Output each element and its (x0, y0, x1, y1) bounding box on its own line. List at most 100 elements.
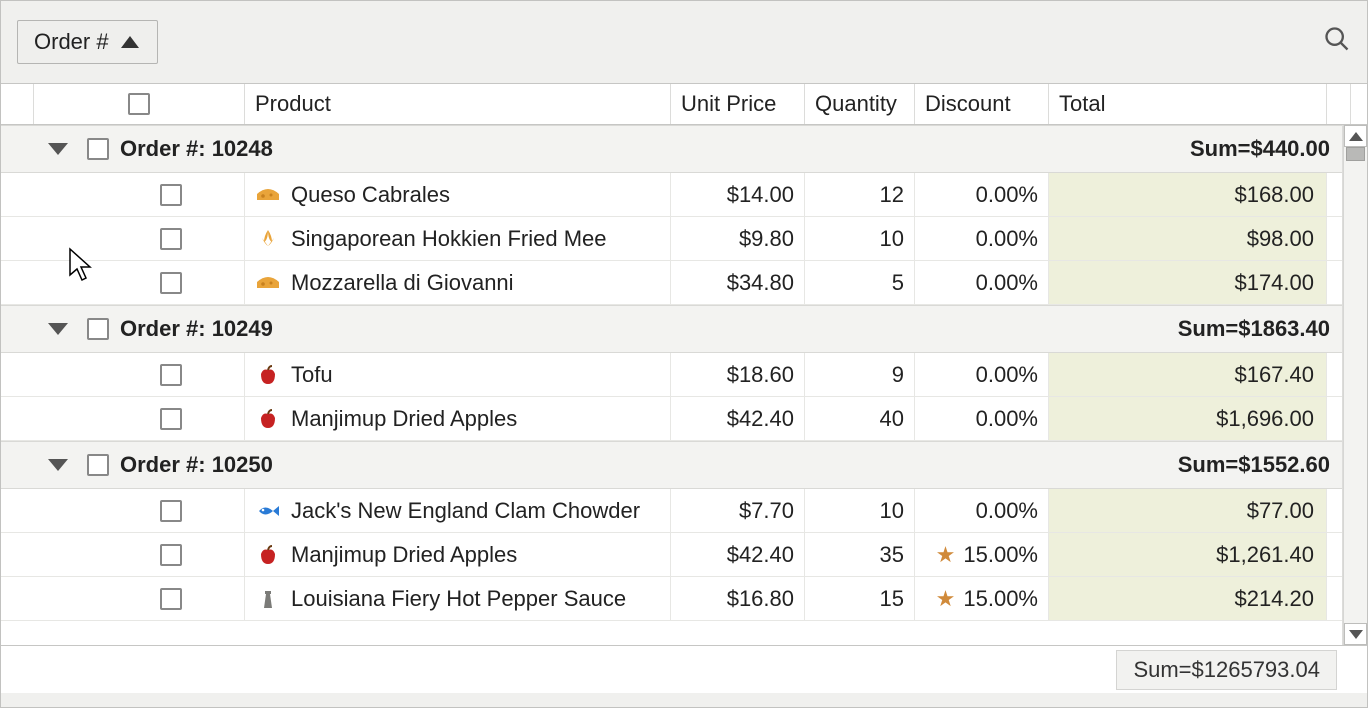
table-row[interactable]: Singaporean Hokkien Fried Mee$9.80100.00… (1, 217, 1342, 261)
header-total[interactable]: Total (1049, 84, 1327, 124)
cell-total: $1,696.00 (1049, 397, 1327, 440)
discount-value: 15.00% (963, 542, 1038, 568)
grid-body: Order #: 10248Sum=$440.00Queso Cabrales$… (1, 125, 1367, 645)
apple-icon (255, 408, 281, 430)
grain-icon (255, 228, 281, 250)
checkbox-icon (87, 454, 109, 476)
table-row[interactable]: Louisiana Fiery Hot Pepper Sauce$16.8015… (1, 577, 1342, 621)
header-select-all[interactable] (34, 84, 245, 124)
cell-product: Jack's New England Clam Chowder (245, 489, 671, 532)
checkbox-icon (160, 544, 182, 566)
cell-discount: 0.00% (915, 353, 1049, 396)
group-chip-order[interactable]: Order # (17, 20, 158, 64)
cell-quantity: 10 (805, 489, 915, 532)
cell-product: Manjimup Dried Apples (245, 397, 671, 440)
group-checkbox[interactable] (82, 454, 114, 476)
cell-quantity: 40 (805, 397, 915, 440)
discount-value: 0.00% (976, 182, 1038, 208)
checkbox-icon (128, 93, 150, 115)
row-checkbox[interactable] (97, 217, 245, 260)
cell-discount: ★15.00% (915, 533, 1049, 576)
group-row[interactable]: Order #: 10250Sum=$1552.60 (1, 441, 1342, 489)
cell-unit-price: $16.80 (671, 577, 805, 620)
product-name: Tofu (291, 362, 333, 388)
caret-down-icon (48, 459, 68, 471)
row-checkbox[interactable] (97, 397, 245, 440)
discount-value: 15.00% (963, 586, 1038, 612)
search-icon[interactable] (1323, 25, 1351, 59)
cell-total: $174.00 (1049, 261, 1327, 304)
row-checkbox[interactable] (97, 577, 245, 620)
checkbox-icon (160, 228, 182, 250)
table-row[interactable]: Mozzarella di Giovanni$34.8050.00%$174.0… (1, 261, 1342, 305)
discount-value: 0.00% (976, 362, 1038, 388)
cell-discount: 0.00% (915, 217, 1049, 260)
group-title: Order #: 10250 (114, 452, 273, 478)
cell-discount: 0.00% (915, 489, 1049, 532)
cell-discount: 0.00% (915, 173, 1049, 216)
scroll-down-button[interactable] (1344, 623, 1367, 645)
column-header-row: Product Unit Price Quantity Discount Tot… (1, 83, 1367, 125)
table-row[interactable]: Jack's New England Clam Chowder$7.7010 0.… (1, 489, 1342, 533)
cell-quantity: 5 (805, 261, 915, 304)
vertical-scrollbar[interactable] (1343, 125, 1367, 645)
cheese-icon (255, 184, 281, 206)
sort-ascending-icon (121, 36, 139, 48)
cell-discount: 0.00% (915, 261, 1049, 304)
scroll-track[interactable] (1344, 147, 1367, 623)
scroll-up-button[interactable] (1344, 125, 1367, 147)
apple-icon (255, 364, 281, 386)
group-chip-label: Order # (34, 29, 109, 55)
row-checkbox[interactable] (97, 353, 245, 396)
cell-product: Louisiana Fiery Hot Pepper Sauce (245, 577, 671, 620)
checkbox-icon (160, 408, 182, 430)
group-sum: Sum=$440.00 (1064, 136, 1342, 162)
table-row[interactable]: Manjimup Dried Apples$42.4040 0.00% $1,696… (1, 397, 1342, 441)
group-panel[interactable]: Order # (1, 1, 1367, 83)
checkbox-icon (160, 184, 182, 206)
group-row[interactable]: Order #: 10248 Sum=$440.00 (1, 125, 1342, 173)
header-unit-price[interactable]: Unit Price (671, 84, 805, 124)
product-name: Manjimup Dried Apples (291, 542, 517, 568)
product-name: Louisiana Fiery Hot Pepper Sauce (291, 586, 626, 612)
fish-icon (255, 500, 281, 522)
group-checkbox[interactable] (82, 138, 114, 160)
row-checkbox[interactable] (97, 261, 245, 304)
group-sum: Sum=$1863.40 (1064, 316, 1342, 342)
table-row[interactable]: Tofu$18.6090.00%$167.40 (1, 353, 1342, 397)
cell-unit-price: $42.40 (671, 533, 805, 576)
header-quantity[interactable]: Quantity (805, 84, 915, 124)
collapse-toggle[interactable] (34, 323, 82, 335)
scroll-thumb[interactable] (1346, 147, 1365, 161)
row-checkbox[interactable] (97, 173, 245, 216)
group-title: Order #: 10248 (114, 136, 273, 162)
cell-product: Singaporean Hokkien Fried Mee (245, 217, 671, 260)
checkbox-icon (160, 588, 182, 610)
cell-total: $167.40 (1049, 353, 1327, 396)
cell-quantity: 15 (805, 577, 915, 620)
discount-value: 0.00% (976, 406, 1038, 432)
header-discount[interactable]: Discount (915, 84, 1049, 124)
table-row[interactable]: Manjimup Dried Apples$42.4035★15.00%$1,2… (1, 533, 1342, 577)
product-name: Queso Cabrales (291, 182, 450, 208)
table-row[interactable]: Queso Cabrales$14.00120.00%$168.00 (1, 173, 1342, 217)
header-product[interactable]: Product (245, 84, 671, 124)
caret-down-icon (48, 143, 68, 155)
cell-unit-price: $7.70 (671, 489, 805, 532)
row-checkbox[interactable] (97, 489, 245, 532)
row-checkbox[interactable] (97, 533, 245, 576)
checkbox-icon (160, 364, 182, 386)
group-checkbox[interactable] (82, 318, 114, 340)
group-row[interactable]: Order #: 10249 Sum=$1863.40 (1, 305, 1342, 353)
collapse-toggle[interactable] (34, 459, 82, 471)
cell-unit-price: $42.40 (671, 397, 805, 440)
discount-value: 0.00% (976, 498, 1038, 524)
apple-icon (255, 544, 281, 566)
collapse-toggle[interactable] (34, 143, 82, 155)
discount-value: 0.00% (976, 226, 1038, 252)
cell-total: $1,261.40 (1049, 533, 1327, 576)
cell-unit-price: $34.80 (671, 261, 805, 304)
spice-icon (255, 588, 281, 610)
group-title: Order #: 10249 (114, 316, 273, 342)
cell-total: $214.20 (1049, 577, 1327, 620)
